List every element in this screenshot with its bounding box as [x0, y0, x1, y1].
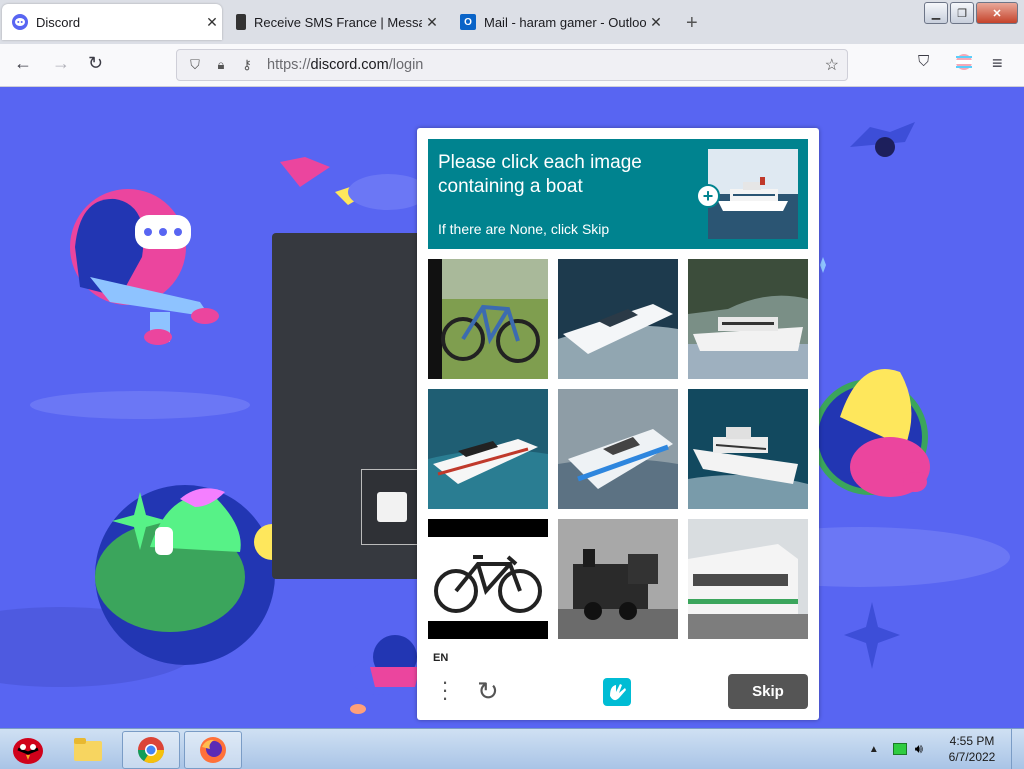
nav-bar: ← → ↻ ⛉ 🔒︎ ⚷ https://discord.com/login ☆…	[0, 44, 1024, 87]
more-options-icon[interactable]: · · ·	[441, 671, 449, 709]
tile-5[interactable]	[558, 389, 678, 509]
tile-7[interactable]	[428, 519, 548, 639]
start-button[interactable]	[0, 731, 56, 767]
captcha-prompt: Please click each image containing a boa…	[428, 139, 808, 249]
tab-label: Receive SMS France | Messages	[254, 14, 422, 30]
tile-9[interactable]	[688, 519, 808, 639]
tile-2[interactable]	[558, 259, 678, 379]
discord-icon	[12, 14, 28, 30]
pocket-icon[interactable]: ⛉	[918, 53, 929, 70]
explorer-icon[interactable]	[60, 731, 116, 767]
show-desktop-button[interactable]	[1011, 729, 1024, 769]
firefox-icon[interactable]	[184, 731, 242, 769]
tile-8[interactable]	[558, 519, 678, 639]
key-icon[interactable]: ⚷	[239, 57, 255, 73]
tab-receive-sms[interactable]: Receive SMS France | Messages ✕	[226, 4, 442, 40]
network-icon[interactable]	[892, 743, 907, 755]
captcha-checkbox[interactable]	[377, 492, 407, 522]
window-controls: ▁ ❐ ✕	[924, 2, 1018, 24]
close-tab-icon[interactable]: ✕	[202, 14, 222, 31]
show-hidden-icons-icon[interactable]: ▲	[869, 744, 879, 755]
tab-label: Mail - haram gamer - Outlook	[484, 14, 646, 30]
outlook-icon: O	[460, 14, 476, 30]
refresh-icon[interactable]: ↻	[477, 676, 499, 707]
account-icon[interactable]	[955, 53, 973, 76]
menu-icon[interactable]: ≡	[992, 53, 1003, 74]
date: 6/7/2022	[948, 750, 996, 764]
tile-4[interactable]	[428, 389, 548, 509]
captcha-subtitle: If there are None, click Skip	[438, 221, 610, 237]
tile-6[interactable]	[688, 389, 808, 509]
captcha-challenge: Please click each image containing a boa…	[417, 128, 819, 720]
tab-label: Discord	[36, 14, 81, 30]
minimize-button[interactable]: ▁	[924, 2, 948, 24]
close-tab-icon[interactable]: ✕	[646, 14, 666, 31]
taskbar: ▲ 🔊︎ 4:55 PM 6/7/2022	[0, 728, 1024, 769]
tab-discord[interactable]: Discord ✕	[2, 4, 222, 40]
hcaptcha-logo-icon[interactable]	[601, 676, 633, 708]
skip-button[interactable]: Skip	[728, 674, 808, 709]
tile-1[interactable]	[428, 259, 548, 379]
url-bar[interactable]: ⛉ 🔒︎ ⚷ https://discord.com/login ☆	[176, 49, 848, 81]
forward-button[interactable]: →	[52, 53, 70, 74]
close-window-button[interactable]: ✕	[976, 2, 1018, 24]
time: 4:55 PM	[949, 734, 995, 748]
lock-icon[interactable]: 🔒︎	[213, 57, 229, 73]
captcha-title: Please click each image containing a boa…	[438, 152, 642, 197]
url-text[interactable]: https://discord.com/login	[267, 57, 423, 73]
sample-image[interactable]	[708, 149, 798, 239]
system-tray: ▲ 🔊︎ 4:55 PM 6/7/2022	[869, 729, 1024, 769]
shield-icon[interactable]: ⛉	[187, 57, 203, 73]
language-selector[interactable]: EN	[433, 652, 448, 664]
new-tab-button[interactable]: +	[686, 12, 698, 35]
back-button[interactable]: ←	[14, 53, 32, 74]
captcha-checkbox-frame[interactable]	[361, 469, 421, 545]
close-tab-icon[interactable]: ✕	[422, 14, 442, 31]
phone-icon	[236, 14, 246, 30]
chrome-icon[interactable]	[122, 731, 180, 769]
tab-outlook[interactable]: O Mail - haram gamer - Outlook ✕	[450, 4, 666, 40]
volume-icon[interactable]: 🔊︎	[915, 741, 923, 757]
tab-bar: Discord ✕ Receive SMS France | Messages …	[0, 0, 1024, 44]
reload-button[interactable]: ↻	[88, 53, 103, 74]
restore-button[interactable]: ❐	[950, 2, 974, 24]
clock[interactable]: 4:55 PM 6/7/2022	[933, 733, 1011, 765]
bookmark-star-icon[interactable]: ☆	[825, 55, 839, 75]
tile-3[interactable]	[688, 259, 808, 379]
add-icon[interactable]: +	[696, 184, 720, 208]
